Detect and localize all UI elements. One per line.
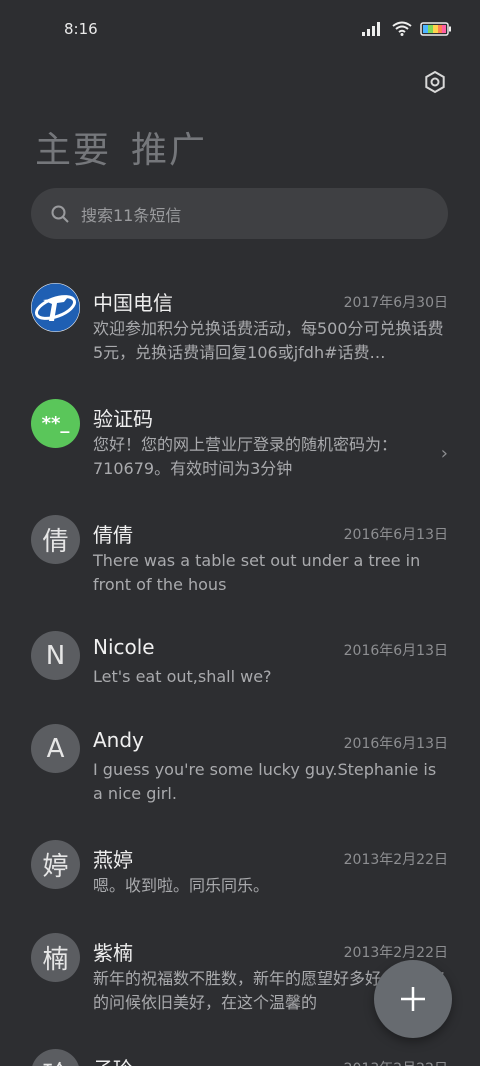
conversation-preview: Let's eat out,shall we? xyxy=(93,667,272,686)
conversation-name: 验证码 xyxy=(93,407,153,431)
status-bar: 8:16 xyxy=(0,0,480,62)
conversation-name: 中国电信 xyxy=(93,291,173,315)
conversation-preview: 您好！您的网上营业厅登录的随机密码为：710679。有效时间为3分钟 xyxy=(93,435,398,478)
settings-button[interactable] xyxy=(420,67,450,97)
tab-promotions[interactable]: 推广 xyxy=(131,121,207,173)
status-time: 8:16 xyxy=(64,20,98,38)
contact-avatar: N xyxy=(31,631,80,680)
settings-icon xyxy=(425,70,445,94)
code-avatar: **_ xyxy=(31,399,80,448)
status-icons xyxy=(362,21,452,36)
tab-primary[interactable]: 主要 xyxy=(35,121,111,173)
conversation-preview: There was a table set out under a tree i… xyxy=(93,551,421,594)
wifi-icon xyxy=(392,21,412,36)
conversation-date: 2013年2月22日 xyxy=(344,1058,448,1066)
contact-avatar: 婷 xyxy=(31,840,80,889)
conversation-name: 紫楠 xyxy=(93,941,133,965)
conversation-date: 2017年6月30日 xyxy=(343,295,448,311)
conversation-preview: 嗯。收到啦。同乐同乐。 xyxy=(93,876,270,895)
conversation-date: 2016年6月13日 xyxy=(343,527,448,543)
plus-icon xyxy=(401,987,425,1011)
conversation-name: Andy xyxy=(93,728,144,752)
conversation-name: 燕婷 xyxy=(93,848,133,872)
contact-avatar: A xyxy=(31,724,80,773)
contact-avatar: 楠 xyxy=(31,933,80,982)
conversation-preview: 欢迎参加积分兑换话费活动，每500分可兑换话费5元，兑换话费请回复106或jfd… xyxy=(93,319,444,362)
conversation-name: Nicole xyxy=(93,635,155,659)
telecom-avatar xyxy=(31,283,80,332)
contact-avatar: 玲 xyxy=(31,1049,80,1066)
telecom-logo-icon xyxy=(31,283,80,332)
conversation-date: 2016年6月13日 xyxy=(343,643,448,659)
contact-avatar: 倩 xyxy=(31,515,80,564)
conversation-date: 2016年6月13日 xyxy=(343,736,448,752)
search-bar[interactable]: 搜索11条短信 xyxy=(31,188,448,239)
battery-icon xyxy=(420,21,451,36)
search-placeholder: 搜索11条短信 xyxy=(81,205,182,225)
signal-icon xyxy=(362,21,380,36)
tab-bar: 主要 推广 xyxy=(35,121,207,173)
chevron-right-icon[interactable]: › xyxy=(441,443,448,464)
new-message-button[interactable] xyxy=(374,960,452,1038)
conversation-name: 子玲 xyxy=(93,1053,133,1066)
search-icon xyxy=(51,205,69,223)
conversation-date: 2013年2月22日 xyxy=(343,945,448,961)
conversation-preview: I guess you're some lucky guy.Stephanie … xyxy=(93,760,437,803)
conversation-date: 2013年2月22日 xyxy=(343,852,448,868)
conversation-name: 倩倩 xyxy=(93,523,133,547)
